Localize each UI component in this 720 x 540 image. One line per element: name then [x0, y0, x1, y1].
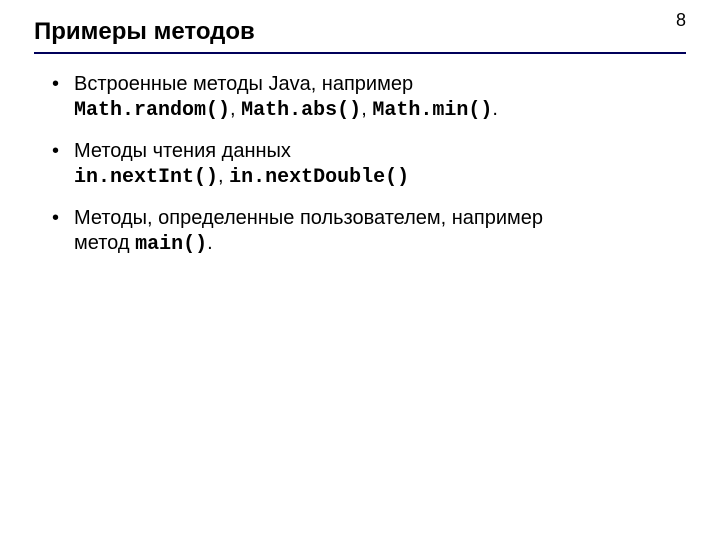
- list-item: Встроенные методы Java, например Math.ra…: [52, 72, 686, 123]
- code-snippet: in.nextInt(): [74, 166, 218, 189]
- separator: ,: [230, 98, 241, 120]
- code-snippet: main(): [135, 233, 207, 256]
- bullet-text: метод: [74, 232, 135, 254]
- code-snippet: Math.min(): [372, 99, 492, 122]
- list-item: Методы чтения данных in.nextInt(), in.ne…: [52, 139, 686, 190]
- tail: .: [207, 232, 213, 254]
- code-snippet: Math.random(): [74, 99, 230, 122]
- bullet-list: Встроенные методы Java, например Math.ra…: [34, 72, 686, 257]
- tail: .: [492, 98, 498, 120]
- bullet-line: in.nextInt(), in.nextDouble(): [74, 164, 686, 190]
- page-number: 8: [676, 10, 686, 31]
- code-snippet: Math.abs(): [241, 99, 361, 122]
- bullet-line: метод main().: [74, 231, 686, 257]
- code-snippet: in.nextDouble(): [229, 166, 409, 189]
- separator: ,: [218, 165, 229, 187]
- list-item: Методы, определенные пользователем, напр…: [52, 206, 686, 257]
- bullet-line: Math.random(), Math.abs(), Math.min().: [74, 97, 686, 123]
- separator: ,: [361, 98, 372, 120]
- bullet-line: Методы чтения данных: [74, 139, 686, 164]
- bullet-line: Встроенные методы Java, например: [74, 72, 686, 97]
- bullet-line: Методы, определенные пользователем, напр…: [74, 206, 686, 231]
- slide-title: Примеры методов: [34, 18, 686, 54]
